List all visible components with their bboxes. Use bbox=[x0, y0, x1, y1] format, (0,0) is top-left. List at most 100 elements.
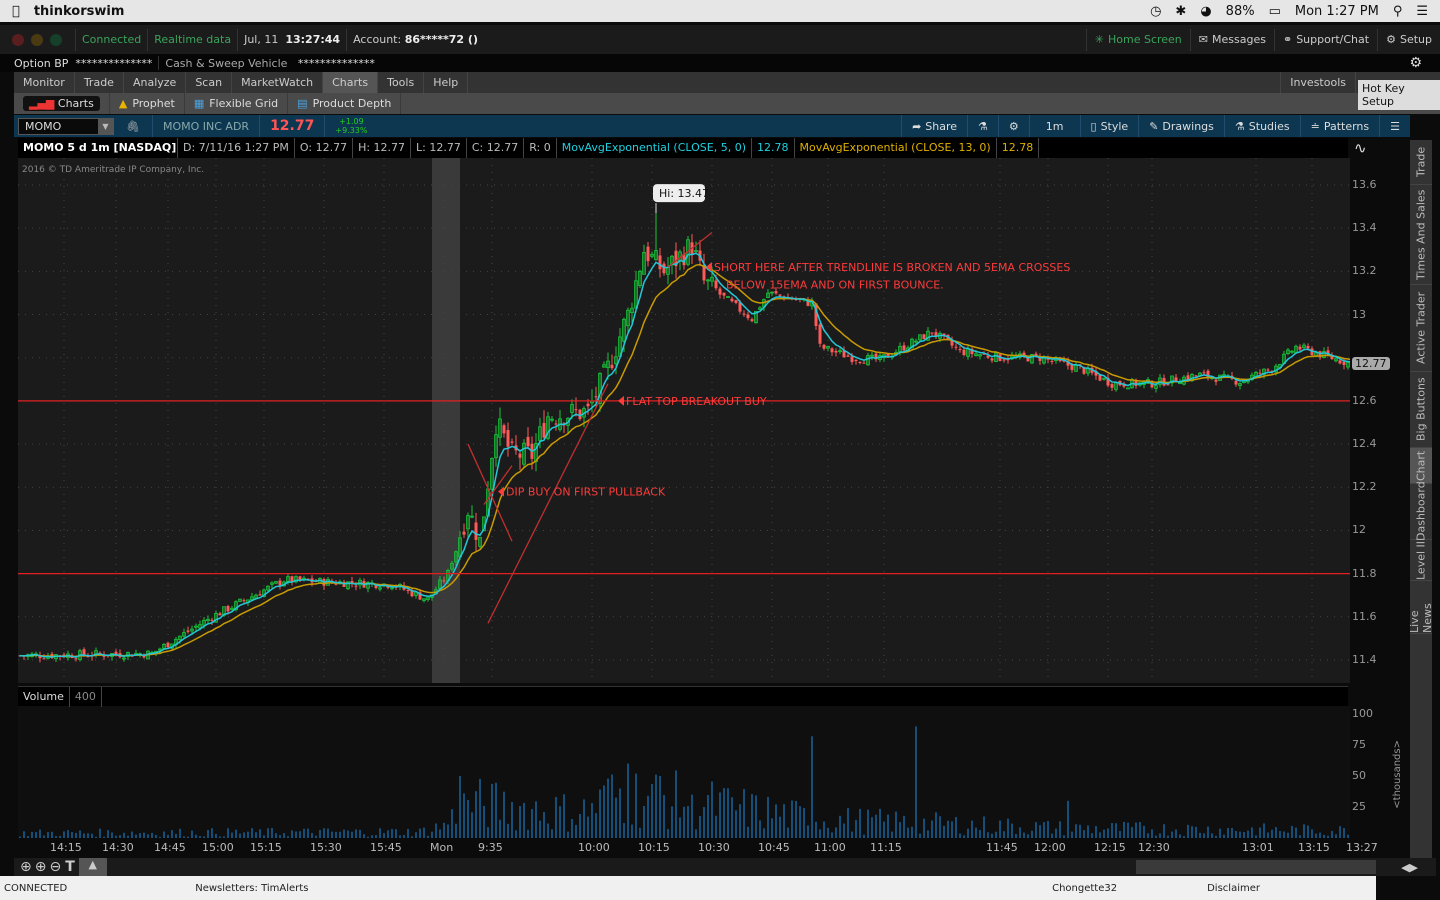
share-button[interactable]: ➦ Share bbox=[901, 115, 967, 137]
studies-button[interactable]: ⚗ Studies bbox=[1223, 115, 1300, 137]
option-bp-label[interactable]: Option BP bbox=[14, 57, 68, 70]
nav-monitor[interactable]: Monitor bbox=[14, 72, 75, 93]
setup-button[interactable]: ⚙ Setup bbox=[1377, 28, 1440, 51]
price-tick-label: 13 bbox=[1352, 307, 1366, 321]
drawings-button[interactable]: ✎ Drawings bbox=[1138, 115, 1224, 137]
style-button[interactable]: ▯ Style bbox=[1079, 115, 1139, 137]
volume-label[interactable]: Volume bbox=[18, 687, 70, 707]
crosshair-icon[interactable]: ⊕ bbox=[20, 859, 32, 875]
bp-settings-gear-icon[interactable]: ⚙ bbox=[1409, 55, 1422, 71]
bluetooth-icon[interactable]: ✱ bbox=[1175, 4, 1186, 19]
symbol-input[interactable]: MOMO ▼ bbox=[18, 117, 114, 135]
time-tick-label: 11:15 bbox=[870, 841, 902, 854]
nav-investools[interactable]: Investools bbox=[1280, 72, 1356, 93]
close-window-button[interactable] bbox=[12, 33, 24, 46]
home-screen-button[interactable]: ✳ Home Screen bbox=[1085, 28, 1190, 51]
scroll-arrows-icon[interactable]: ◀▶ bbox=[1401, 861, 1418, 874]
clock[interactable]: Mon 1:27 PM bbox=[1295, 4, 1379, 19]
nav-marketwatch[interactable]: MarketWatch bbox=[232, 72, 324, 93]
rtab-chart[interactable]: Chart bbox=[1410, 448, 1432, 484]
rtab-active-trader[interactable]: Active Trader bbox=[1410, 285, 1432, 372]
rtab-level-ii[interactable]: Level II bbox=[1410, 540, 1432, 581]
bar-chart-icon: ▂▄▆ bbox=[29, 97, 55, 110]
current-price-marker: 12.77 bbox=[1352, 357, 1390, 371]
candle-body bbox=[1202, 372, 1206, 374]
disclaimer-link[interactable]: Disclaimer bbox=[1207, 883, 1260, 894]
candle-body bbox=[554, 423, 558, 425]
candle-body bbox=[1258, 372, 1262, 374]
app-name[interactable]: thinkorswim bbox=[34, 4, 125, 19]
account-selector[interactable]: 86*****72 () bbox=[405, 33, 478, 46]
nav-help[interactable]: Help bbox=[424, 72, 469, 93]
candle-body bbox=[834, 350, 838, 353]
subtab-flexible-grid[interactable]: ▦ Flexible Grid bbox=[185, 93, 289, 114]
candle-body bbox=[542, 423, 546, 438]
top-status-row: Connected Realtime data Jul, 11 13:27:44… bbox=[0, 25, 1440, 54]
price-axis[interactable]: 13.6 13.4 13.2 13 12.6 12.4 12.2 12 11.8 11.6 11.4… bbox=[1350, 158, 1410, 838]
rtab-times-and-sales[interactable]: Times And Sales bbox=[1410, 185, 1432, 285]
chart-title[interactable]: MOMO 5 d 1m [NASDAQ] bbox=[18, 138, 178, 158]
candle-body bbox=[526, 436, 530, 447]
candle-body bbox=[858, 361, 862, 363]
text-tool-icon[interactable]: T bbox=[65, 859, 75, 875]
rtab-live-news[interactable]: Live News bbox=[1408, 581, 1434, 634]
battery-percent[interactable]: 88% bbox=[1226, 4, 1255, 19]
patterns-button[interactable]: ≐ Patterns bbox=[1299, 115, 1380, 137]
apple-icon[interactable]:  bbox=[12, 4, 20, 19]
price-tick-label: 12 bbox=[1352, 523, 1366, 537]
candle-body bbox=[778, 294, 782, 296]
rtab-big-buttons[interactable]: Big Buttons bbox=[1410, 372, 1432, 448]
zoom-in-icon[interactable]: ⊕ bbox=[35, 859, 47, 875]
price-chart[interactable]: SHORT HERE AFTER TRENDLINE IS BROKEN AND… bbox=[18, 158, 1350, 838]
nav-analyze[interactable]: Analyze bbox=[124, 72, 187, 93]
rtab-dashboard[interactable]: Dashboard bbox=[1410, 482, 1432, 541]
candle-body bbox=[922, 334, 926, 340]
support-chat-button[interactable]: ⚭ Support/Chat bbox=[1273, 28, 1377, 51]
menu-list-icon[interactable]: ☰ bbox=[1379, 115, 1410, 137]
nav-tools[interactable]: Tools bbox=[378, 72, 425, 93]
zoom-window-button[interactable] bbox=[50, 33, 62, 46]
nav-scan[interactable]: Scan bbox=[186, 72, 233, 93]
candle-body bbox=[610, 364, 614, 369]
scale-toggle-icon[interactable]: ∿ bbox=[1354, 139, 1367, 157]
expand-icon[interactable]: ▲ bbox=[78, 858, 107, 876]
link-icon[interactable]: 🖇 bbox=[126, 120, 140, 133]
connection-status: Connected bbox=[82, 33, 142, 46]
candle-body bbox=[714, 280, 718, 289]
candle-body bbox=[242, 600, 246, 602]
chevron-down-icon[interactable]: ▼ bbox=[98, 118, 113, 134]
time-tick-label: 12:30 bbox=[1138, 841, 1170, 854]
chart-settings-gear-icon[interactable]: ⚙ bbox=[997, 115, 1029, 137]
nav-trade[interactable]: Trade bbox=[75, 72, 124, 93]
realtime-data-status[interactable]: Realtime data bbox=[154, 33, 231, 46]
search-icon[interactable]: ⚲ bbox=[1393, 4, 1403, 19]
gear-icon: ⚙ bbox=[1386, 33, 1396, 46]
zoom-out-icon[interactable]: ⊖ bbox=[49, 859, 61, 875]
time-axis[interactable]: 14:15 14:30 14:45 15:00 15:15 15:30 15:45 Mon 9:… bbox=[18, 838, 1408, 858]
nav-charts[interactable]: Charts bbox=[323, 72, 379, 93]
battery-icon: ▭ bbox=[1268, 3, 1281, 19]
horizontal-scrollbar[interactable] bbox=[1136, 860, 1376, 874]
price-tick-label: 13.6 bbox=[1352, 178, 1377, 191]
subtab-charts[interactable]: ▂▄▆ Charts bbox=[14, 93, 110, 114]
time-machine-icon[interactable]: ◷ bbox=[1150, 4, 1161, 19]
interval-selector[interactable]: 1m bbox=[1028, 115, 1080, 137]
wifi-icon[interactable]: ◕ bbox=[1200, 4, 1211, 19]
messages-button[interactable]: ✉ Messages bbox=[1189, 28, 1274, 51]
percent-change: +9.33% bbox=[335, 126, 368, 135]
newsletters[interactable]: Newsletters: TimAlerts bbox=[195, 883, 308, 894]
buying-power-row: Option BP ************** Cash & Sweep Ve… bbox=[0, 54, 1440, 72]
subtab-prophet[interactable]: ▲ Prophet bbox=[110, 93, 185, 114]
ema5-label[interactable]: MovAvgExponential (CLOSE, 5, 0) bbox=[557, 138, 752, 158]
headset-icon: ⚭ bbox=[1282, 33, 1293, 46]
rtab-trade[interactable]: Trade bbox=[1410, 140, 1432, 185]
subtab-product-depth[interactable]: ▤ Product Depth bbox=[288, 93, 402, 114]
candle-body bbox=[210, 619, 214, 621]
time-tick-label: 14:45 bbox=[154, 841, 186, 854]
ema13-label[interactable]: MovAvgExponential (CLOSE, 13, 0) bbox=[795, 138, 997, 158]
candle-body bbox=[850, 356, 854, 362]
notification-list-icon[interactable]: ☰ bbox=[1416, 4, 1428, 19]
minimize-window-button[interactable] bbox=[31, 33, 43, 46]
candle-body bbox=[586, 403, 590, 407]
flask-icon[interactable]: ⚗ bbox=[967, 115, 998, 137]
